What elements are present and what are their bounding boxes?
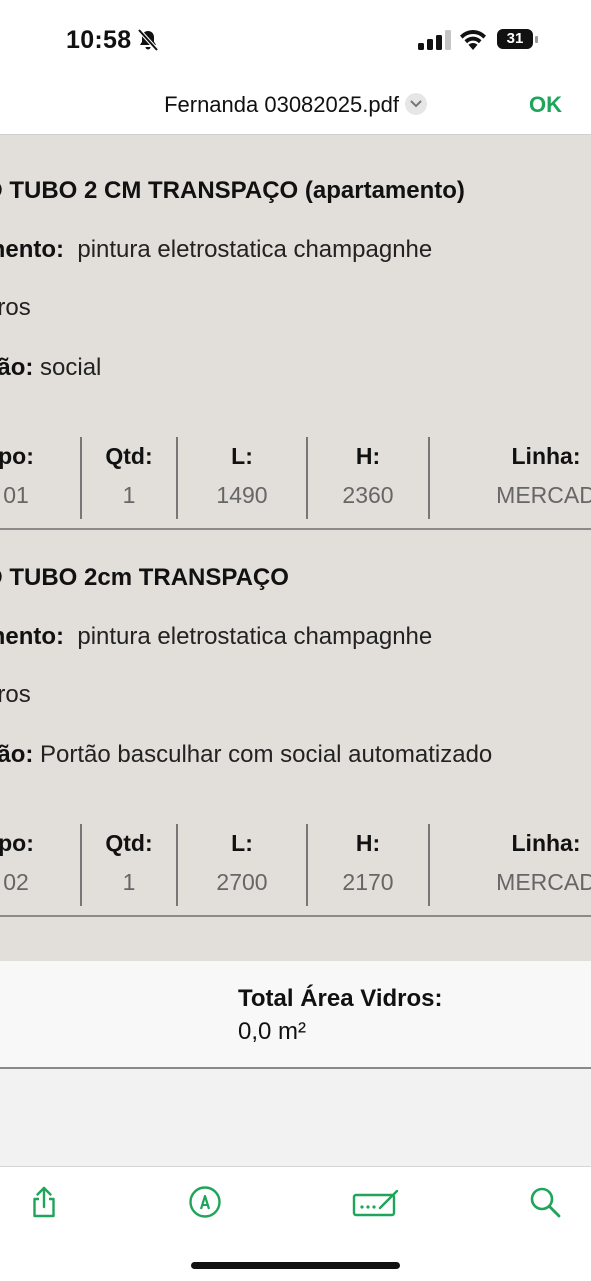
col-qty: Qtd: 1 <box>82 824 176 906</box>
col-height: H: 2170 <box>308 824 428 906</box>
value-type: 02 <box>3 869 29 895</box>
glass-row: dros <box>0 681 31 708</box>
document-nav-bar: Fernanda 03082025.pdf OK <box>0 80 591 135</box>
item-table: po: 02 Qtd: 1 L: 2700 H: 2170 Linha: MERCAD <box>0 824 591 906</box>
col-line: Linha: MERCAD <box>484 437 591 519</box>
notes-label: ção: <box>0 354 34 381</box>
chevron-down-icon[interactable] <box>404 93 427 115</box>
pdf-document-view[interactable]: O TUBO 2 CM TRANSPAÇO (apartamento) ment… <box>0 135 591 961</box>
battery-tip <box>535 36 538 43</box>
col-width: L: 2700 <box>178 824 306 906</box>
totals-section: Total Área Vidros: 0,0 m² <box>0 961 591 1069</box>
document-title: Fernanda 03082025.pdf <box>164 92 399 117</box>
status-bar: 10:58 31 <box>0 0 591 80</box>
header-height: H: <box>355 830 381 856</box>
notes-value: social <box>40 354 102 381</box>
total-glass-area-label: Total Área Vidros: <box>238 985 443 1012</box>
col-line: Linha: MERCAD <box>484 824 591 906</box>
notes-value: Portão basculhar com social automatizado <box>40 741 493 768</box>
markup-icon[interactable] <box>188 1185 222 1219</box>
notes-row: ção: Portão basculhar com social automat… <box>0 741 492 769</box>
value-height: 2360 <box>342 482 394 508</box>
header-qty: Qtd: <box>105 443 153 469</box>
finish-label: mento: <box>0 623 64 650</box>
document-title-button[interactable]: Fernanda 03082025.pdf <box>0 92 591 118</box>
value-type: 01 <box>3 482 29 508</box>
value-line: MERCAD <box>496 869 591 895</box>
notes-label: ção: <box>0 741 34 768</box>
value-qty: 1 <box>122 869 136 895</box>
item-table: po: 01 Qtd: 1 L: 1490 H: 2360 Linha: MERCAD <box>0 437 591 519</box>
column-divider <box>428 824 430 906</box>
item-title: O TUBO 2cm TRANSPAÇO <box>0 564 289 591</box>
value-width: 2700 <box>216 869 268 895</box>
total-glass-area-value: 0,0 m² <box>238 1018 307 1045</box>
header-type: po: <box>0 443 34 469</box>
cell-signal-icon <box>418 30 451 50</box>
header-qty: Qtd: <box>105 830 153 856</box>
col-width: L: 1490 <box>178 437 306 519</box>
value-width: 1490 <box>216 482 268 508</box>
col-height: H: 2360 <box>308 437 428 519</box>
battery-indicator: 31 <box>497 29 539 51</box>
glass-row: dros <box>0 294 31 321</box>
row-separator <box>0 915 591 917</box>
product-item: O TUBO 2 CM TRANSPAÇO (apartamento) ment… <box>0 135 591 530</box>
value-line: MERCAD <box>496 482 591 508</box>
item-title: O TUBO 2 CM TRANSPAÇO (apartamento) <box>0 177 465 204</box>
wifi-icon <box>460 30 486 50</box>
silent-bell-icon <box>137 28 159 52</box>
header-height: H: <box>355 443 381 469</box>
header-type: po: <box>0 830 34 856</box>
col-type: po: 02 <box>0 824 44 906</box>
search-icon[interactable] <box>528 1185 562 1219</box>
share-icon[interactable] <box>27 1185 61 1219</box>
column-divider <box>428 437 430 519</box>
finish-value: pintura eletrostatica champagnhe <box>77 236 433 263</box>
finish-row: mento: pintura eletrostatica champagnhe <box>0 623 432 651</box>
status-time: 10:58 <box>66 26 132 54</box>
value-qty: 1 <box>122 482 136 508</box>
finish-row: mento: pintura eletrostatica champagnhe <box>0 236 432 264</box>
header-width: L: <box>231 443 253 469</box>
ok-button[interactable]: OK <box>529 92 562 118</box>
signature-icon[interactable] <box>352 1185 400 1219</box>
col-type: po: 01 <box>0 437 44 519</box>
value-height: 2170 <box>342 869 394 895</box>
col-qty: Qtd: 1 <box>82 437 176 519</box>
header-width: L: <box>231 830 253 856</box>
header-line: Linha: <box>511 443 581 469</box>
finish-value: pintura eletrostatica champagnhe <box>77 623 433 650</box>
header-line: Linha: <box>511 830 581 856</box>
battery-level: 31 <box>497 29 533 49</box>
finish-label: mento: <box>0 236 64 263</box>
notes-row: ção: social <box>0 354 101 382</box>
home-indicator[interactable] <box>191 1262 400 1269</box>
product-item: O TUBO 2cm TRANSPAÇO mento: pintura elet… <box>0 522 591 917</box>
